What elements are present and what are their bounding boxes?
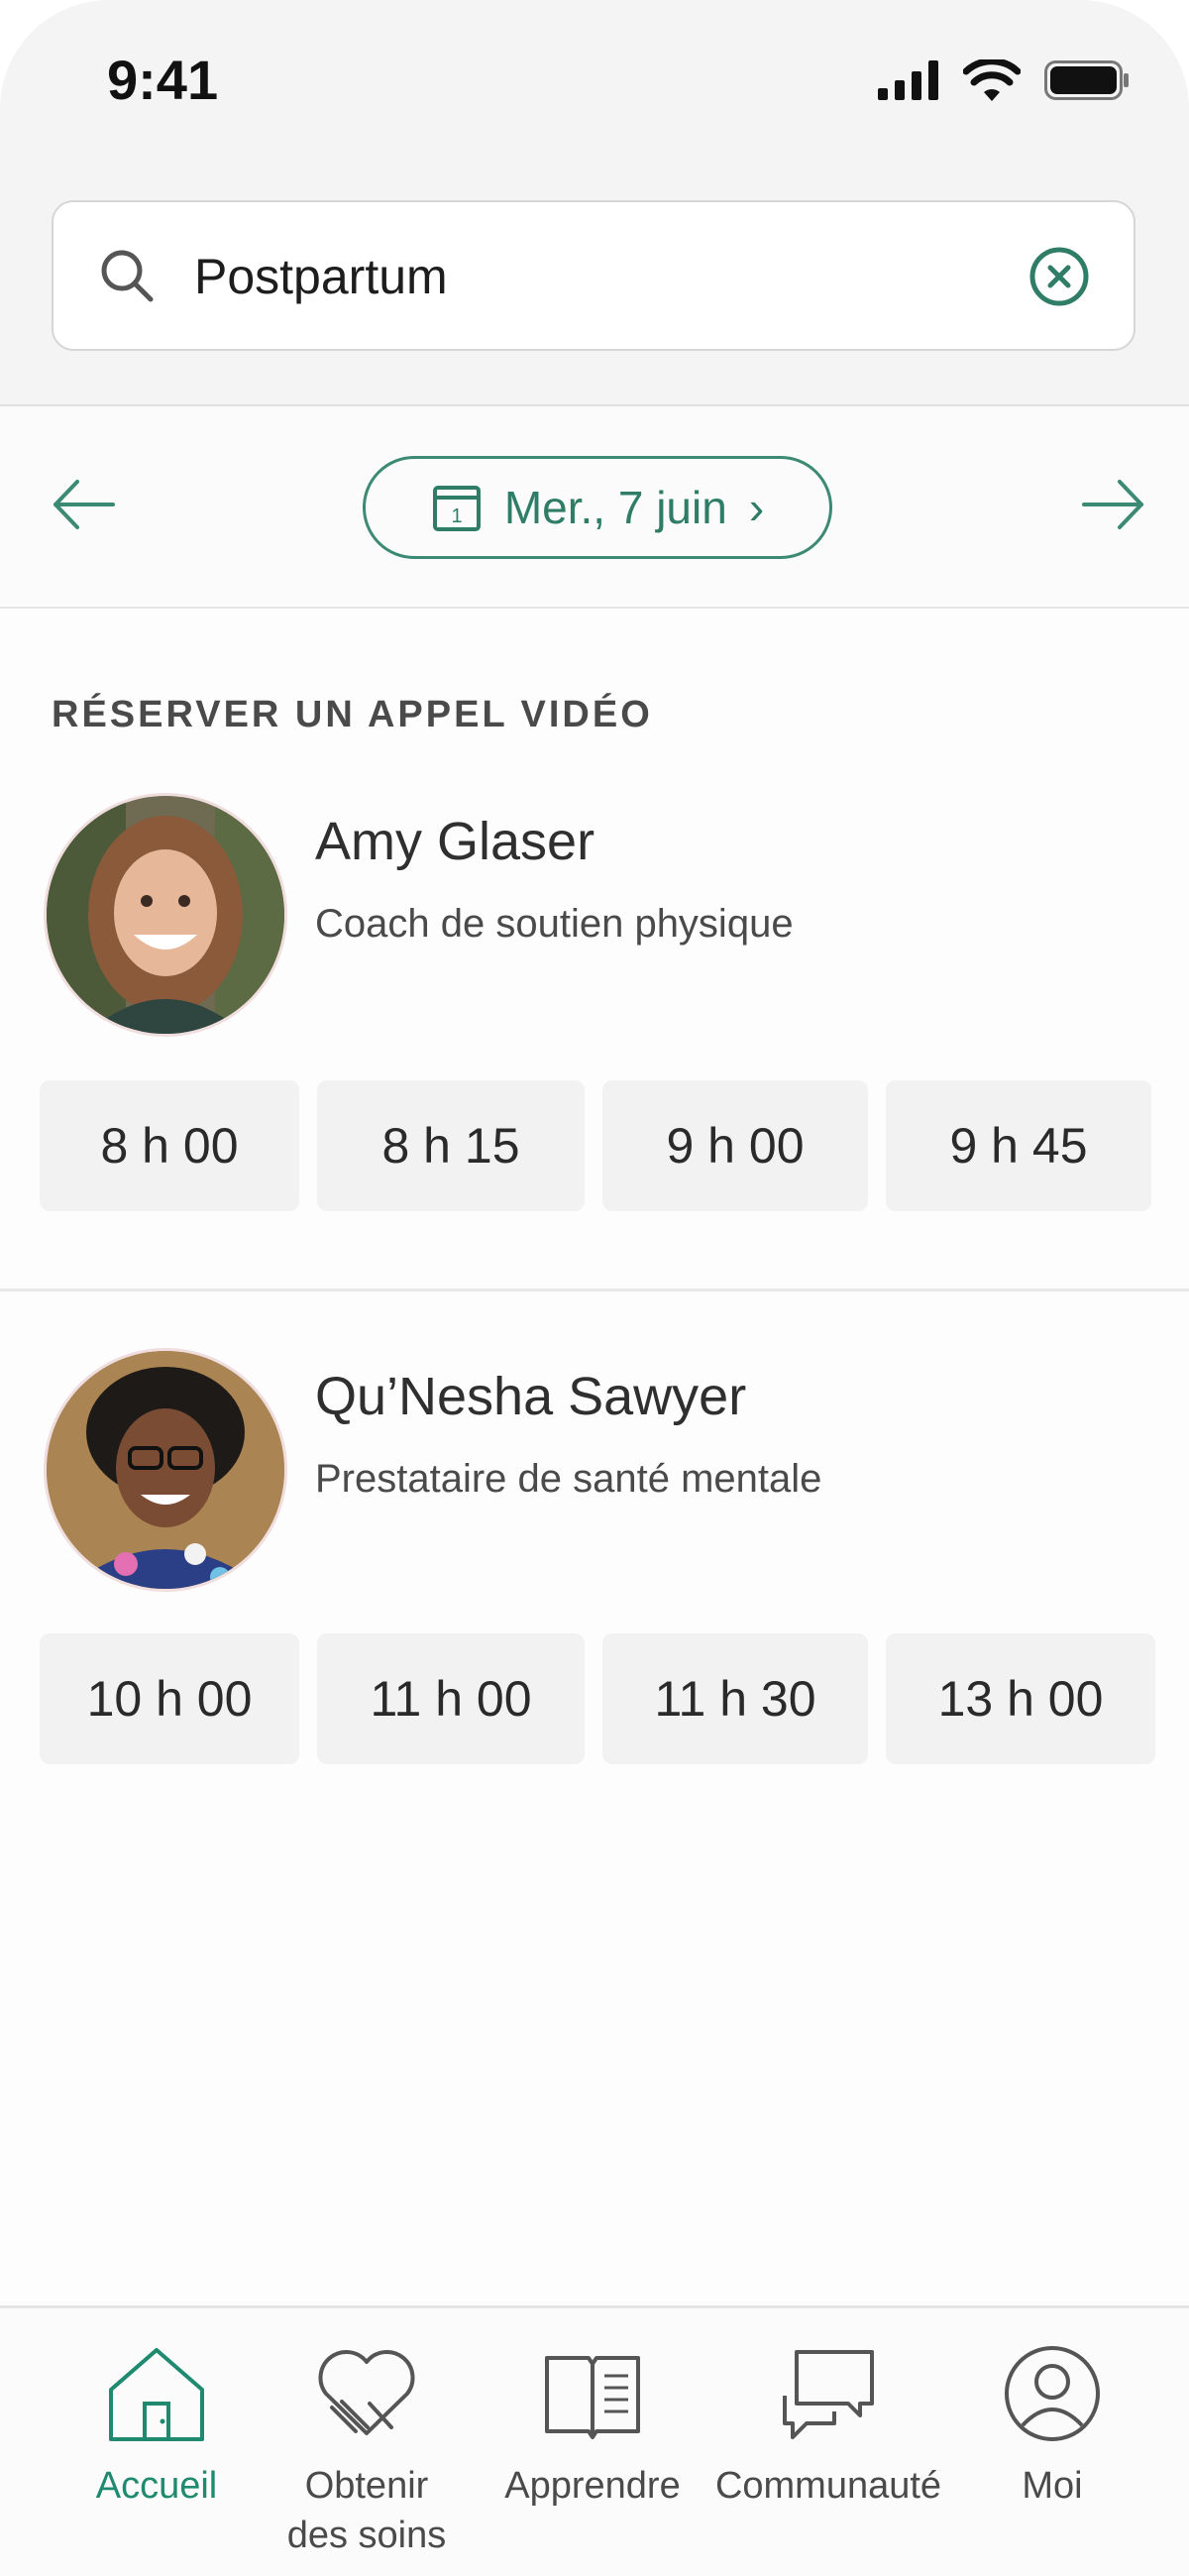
- book-icon: [545, 2356, 640, 2439]
- time-slot-button[interactable]: 11 h 30: [602, 1633, 868, 1764]
- section-title: RÉSERVER UN APPEL VIDÉO: [52, 694, 653, 735]
- search-icon: [101, 250, 154, 302]
- tab-label: Moi: [1022, 2465, 1083, 2507]
- date-navigation: 1 Mer., 7 juin ›: [0, 406, 1189, 605]
- arrow-left-icon[interactable]: [52, 472, 117, 537]
- time-slot-button[interactable]: 8 h 15: [317, 1080, 585, 1211]
- signal-icon: [878, 60, 938, 100]
- provider-name: Qu’Nesha Sawyer: [315, 1367, 747, 1426]
- time-slot-button[interactable]: 13 h 00: [886, 1633, 1155, 1764]
- calendar-icon: 1: [432, 486, 481, 531]
- tab-accueil[interactable]: Accueil: [38, 2344, 275, 2511]
- tab-label: Obtenir des soins: [286, 2465, 447, 2556]
- avatar-image: [47, 1351, 284, 1589]
- app-screen: 9:41 Postpartum 1 Mer., 7 juin › RÉSERVE…: [0, 0, 1189, 2576]
- home-icon: [109, 2348, 204, 2441]
- divider: [0, 1288, 1189, 1291]
- tab-moi[interactable]: Moi: [933, 2344, 1171, 2511]
- tab-communaute[interactable]: Communauté: [709, 2344, 947, 2511]
- bottom-tab-bar: Accueil Obtenir des soins Apprendre Comm…: [0, 2305, 1189, 2576]
- chat-bubbles-icon: [783, 2350, 874, 2439]
- tab-apprendre[interactable]: Apprendre: [474, 2344, 711, 2511]
- clear-search-icon[interactable]: [1028, 246, 1090, 307]
- provider-role: Prestataire de santé mentale: [315, 1457, 822, 1501]
- date-picker-button[interactable]: 1 Mer., 7 juin ›: [363, 456, 832, 559]
- status-time: 9:41: [107, 49, 219, 111]
- tab-label: Accueil: [95, 2465, 218, 2507]
- time-slot-button[interactable]: 9 h 00: [602, 1080, 868, 1211]
- calendar-day: 1: [451, 505, 462, 527]
- time-slot-button[interactable]: 10 h 00: [40, 1633, 299, 1764]
- provider-role: Coach de soutien physique: [315, 902, 794, 946]
- time-slot-button[interactable]: 9 h 45: [886, 1080, 1151, 1211]
- tab-label: Communauté: [714, 2465, 942, 2507]
- status-icons: [878, 59, 1130, 101]
- time-slots: 10 h 00 11 h 00 11 h 30 13 h 00: [40, 1633, 1159, 1764]
- tab-label: Apprendre: [504, 2465, 681, 2507]
- wifi-icon: [963, 59, 1021, 101]
- arrow-right-icon[interactable]: [1080, 472, 1145, 537]
- provider-name: Amy Glaser: [315, 812, 595, 871]
- time-slot-button[interactable]: 11 h 00: [317, 1633, 585, 1764]
- search-input[interactable]: [192, 238, 1028, 315]
- chevron-right-icon: ›: [748, 482, 765, 533]
- date-label: Mer., 7 juin: [503, 482, 727, 533]
- heart-hands-icon: [318, 2350, 415, 2435]
- divider: [0, 607, 1189, 609]
- avatar[interactable]: [44, 793, 287, 1037]
- user-icon: [1005, 2346, 1100, 2441]
- time-slots: 8 h 00 8 h 15 9 h 00 9 h 45: [40, 1080, 1159, 1211]
- avatar[interactable]: [44, 1348, 287, 1592]
- search-bar[interactable]: [52, 200, 1135, 351]
- top-bar: 9:41: [0, 0, 1189, 406]
- tab-obtenir-des-soins[interactable]: Obtenir des soins: [248, 2344, 486, 2560]
- battery-icon: [1044, 60, 1129, 100]
- time-slot-button[interactable]: 8 h 00: [40, 1080, 299, 1211]
- avatar-image: [47, 796, 284, 1034]
